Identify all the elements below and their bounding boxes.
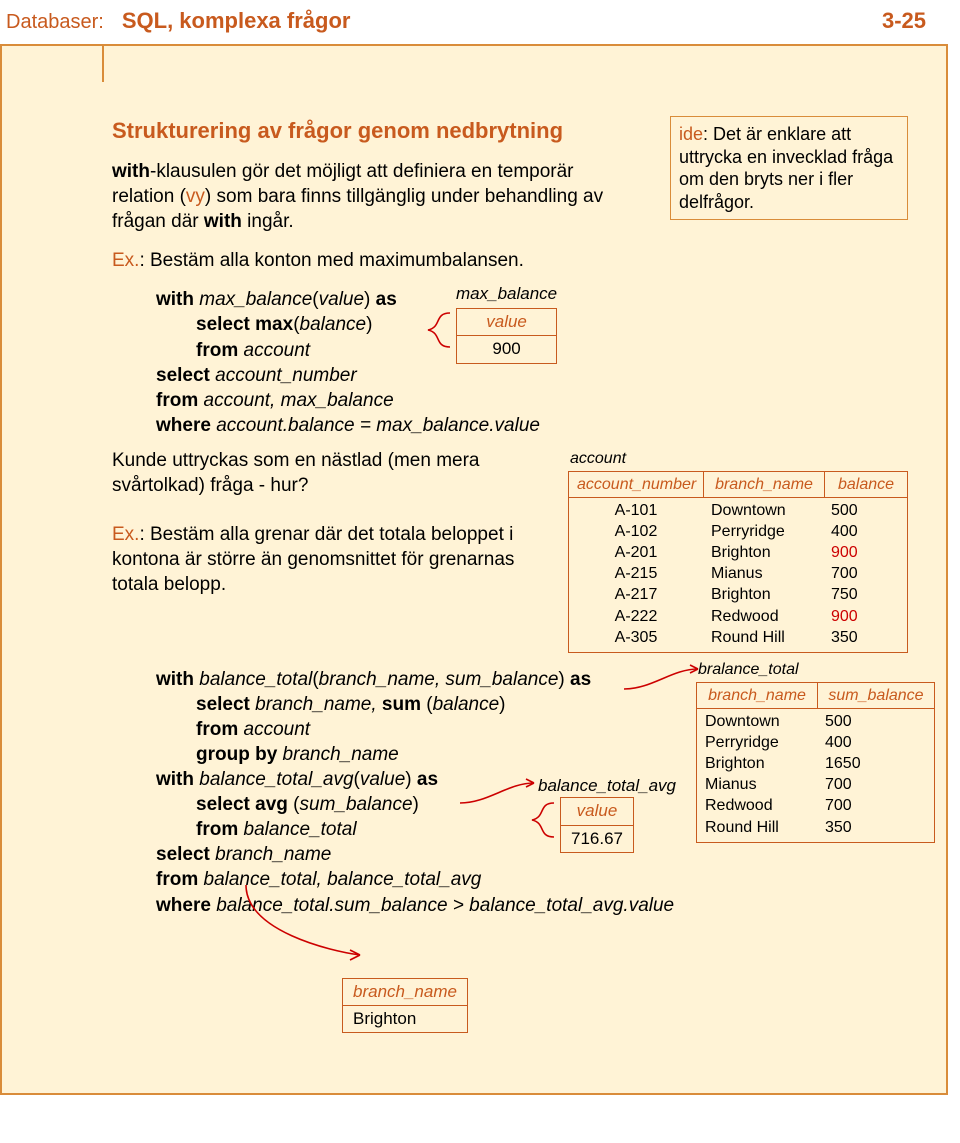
example-1: Ex.: Bestäm alla konton med maximumbalan…	[112, 248, 908, 273]
table-row: A-102Perryridge400	[569, 521, 907, 542]
header-pagenum: 3-25	[882, 8, 926, 34]
table-row: A-101Downtown500	[569, 500, 907, 521]
intro-block: Strukturering av frågor genom nedbrytnin…	[112, 116, 640, 248]
table-row: Round Hill350	[697, 817, 934, 838]
arrow-icon	[240, 881, 370, 971]
brace-icon	[420, 307, 456, 357]
example-2: Ex.: Bestäm alla grenar där det totala b…	[112, 522, 544, 597]
table-row: A-215Mianus700	[569, 563, 907, 584]
table-row: A-201Brighton900	[569, 542, 907, 563]
table-row: Redwood700	[697, 795, 934, 816]
balance-total-avg-table: balance_total_avg value 716.67	[536, 775, 676, 853]
table-row: Downtown500	[697, 711, 934, 732]
content-panel: Strukturering av frågor genom nedbrytnin…	[0, 44, 948, 1095]
table-row: A-305Round Hill350	[569, 627, 907, 648]
section-title: Strukturering av frågor genom nedbrytnin…	[112, 116, 640, 145]
sql-block-1: with max_balance(value) as select max(ba…	[156, 287, 908, 437]
table-row: Perryridge400	[697, 732, 934, 753]
arrow-icon	[622, 663, 702, 693]
table-row: Mianus700	[697, 774, 934, 795]
nested-question: Kunde uttryckas som en nästlad (men mera…	[112, 448, 544, 498]
page-header: Databaser: SQL, komplexa frågor 3-25	[0, 0, 960, 40]
header-category: Databaser:	[6, 11, 104, 34]
header-topic: SQL, komplexa frågor	[122, 8, 351, 34]
panel-tab	[0, 44, 104, 82]
table-row: Brighton1650	[697, 753, 934, 774]
table-row: A-217Brighton750	[569, 584, 907, 605]
table-row: A-222Redwood900	[569, 606, 907, 627]
account-table: account account_number branch_name balan…	[568, 448, 908, 653]
sql-block-2: with balance_total(branch_name, sum_bala…	[156, 667, 908, 918]
idea-box: ide: Det är enklare att uttrycka en inve…	[670, 116, 908, 220]
max-balance-table: max_balance value 900	[456, 283, 557, 363]
bralance-total-table: bralance_total branch_name sum_balance D…	[696, 659, 935, 843]
arrow-icon	[458, 777, 538, 807]
result-table: branch_name Brighton	[342, 978, 908, 1034]
intro-paragraph: with-klausulen gör det möjligt att defin…	[112, 159, 640, 234]
